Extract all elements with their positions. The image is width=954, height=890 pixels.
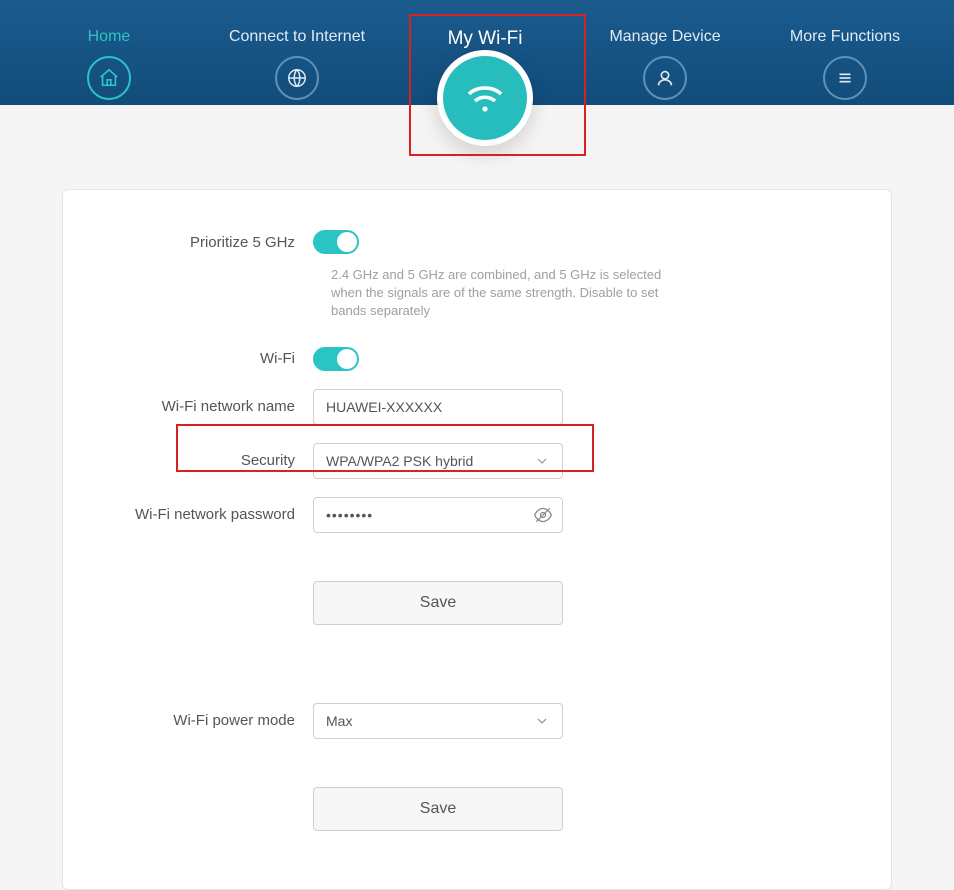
wifi-icon [437,50,533,146]
eye-toggle-icon[interactable] [533,505,553,525]
nav-home-label: Home [88,28,131,46]
nav-manage[interactable]: Manage Device [605,28,725,100]
security-value: WPA/WPA2 PSK hybrid [326,453,473,469]
password-label: Wi-Fi network password [103,506,313,523]
settings-card: Prioritize 5 GHz 2.4 GHz and 5 GHz are c… [62,189,892,890]
wifi-name-label: Wi-Fi network name [103,398,313,415]
menu-icon [823,56,867,100]
save-power-button-label: Save [420,800,456,818]
chevron-down-icon [534,713,550,729]
nav-connect[interactable]: Connect to Internet [229,28,365,100]
password-input[interactable]: •••••••• [313,497,563,533]
power-mode-select[interactable]: Max [313,703,563,739]
save-button[interactable]: Save [313,581,563,625]
prioritize-help-text: 2.4 GHz and 5 GHz are combined, and 5 GH… [331,266,691,321]
top-nav: Home Connect to Internet My Wi-Fi Manage… [0,0,954,105]
user-icon [643,56,687,100]
save-power-button[interactable]: Save [313,787,563,831]
wifi-name-value: HUAWEI-XXXXXX [326,399,442,415]
security-label: Security [103,452,313,469]
nav-home[interactable]: Home [49,28,169,100]
password-value: •••••••• [326,507,373,523]
nav-connect-label: Connect to Internet [229,28,365,46]
wifi-name-input[interactable]: HUAWEI-XXXXXX [313,389,563,425]
nav-manage-label: Manage Device [609,28,720,46]
power-mode-label: Wi-Fi power mode [103,712,313,729]
save-button-label: Save [420,594,456,612]
nav-wifi-label: My Wi-Fi [448,28,523,50]
chevron-down-icon [534,453,550,469]
nav-more-label: More Functions [790,28,900,46]
home-icon [87,56,131,100]
wifi-enable-toggle[interactable] [313,347,359,371]
nav-wifi[interactable]: My Wi-Fi [425,28,545,152]
prioritize-label: Prioritize 5 GHz [103,234,313,251]
wifi-enable-label: Wi-Fi [103,350,313,367]
power-mode-value: Max [326,713,352,729]
security-select[interactable]: WPA/WPA2 PSK hybrid [313,443,563,479]
nav-more[interactable]: More Functions [785,28,905,100]
globe-icon [275,56,319,100]
prioritize-toggle[interactable] [313,230,359,254]
